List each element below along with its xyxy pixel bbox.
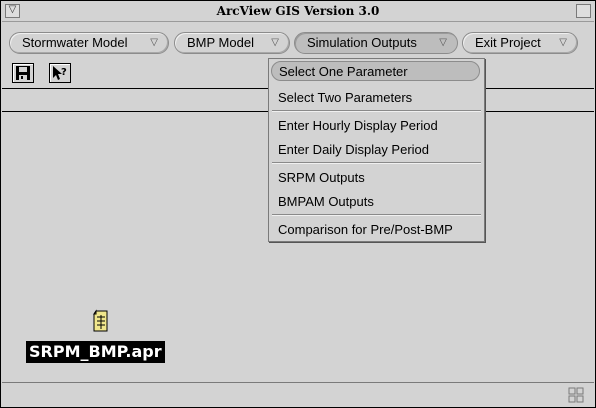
window-title: ArcView GIS Version 3.0 [216, 4, 380, 18]
project-filename-label[interactable]: SRPM_BMP.apr [26, 341, 165, 363]
menu-item-select-two-parameters[interactable]: Select Two Parameters [278, 88, 412, 108]
chevron-down-icon: ▽ [271, 37, 279, 48]
menu-item-daily-display-period[interactable]: Enter Daily Display Period [278, 140, 429, 160]
menu-item-select-one-parameter[interactable]: Select One Parameter [271, 61, 480, 81]
status-bar [2, 382, 594, 406]
menu-separator [272, 110, 481, 112]
window-control-button[interactable] [576, 4, 591, 18]
svg-text:?: ? [61, 67, 67, 78]
resize-grip-icon[interactable] [568, 387, 584, 403]
chevron-down-icon: ▽ [439, 37, 447, 48]
menu-bmp-model[interactable]: BMP Model ▽ [174, 32, 290, 54]
chevron-down-icon: ▽ [150, 37, 158, 48]
menu-label: Exit Project [475, 35, 541, 50]
simulation-outputs-dropdown: Select One Parameter Select Two Paramete… [268, 58, 485, 242]
menu-separator [272, 162, 481, 164]
help-icon: ? [53, 66, 67, 80]
save-icon [16, 66, 30, 80]
menu-stormwater-model[interactable]: Stormwater Model ▽ [9, 32, 169, 54]
project-file-icon[interactable] [91, 309, 111, 335]
chevron-down-icon: ▽ [559, 37, 567, 48]
menu-bar: Stormwater Model ▽ BMP Model ▽ Simulatio… [2, 23, 594, 59]
menu-simulation-outputs[interactable]: Simulation Outputs ▽ [294, 32, 458, 54]
app-window: ▽ ArcView GIS Version 3.0 Stormwater Mod… [0, 0, 596, 408]
menu-label: Simulation Outputs [307, 35, 417, 50]
menu-item-srpm-outputs[interactable]: SRPM Outputs [278, 168, 365, 188]
help-button[interactable]: ? [49, 63, 71, 83]
menu-item-pre-post-bmp-comparison[interactable]: Comparison for Pre/Post-BMP [278, 220, 453, 240]
title-bar[interactable]: ▽ ArcView GIS Version 3.0 [2, 2, 594, 22]
save-button[interactable] [12, 63, 34, 83]
menu-exit-project[interactable]: Exit Project ▽ [462, 32, 578, 54]
menu-label: BMP Model [187, 35, 254, 50]
menu-separator [272, 214, 481, 216]
menu-item-hourly-display-period[interactable]: Enter Hourly Display Period [278, 116, 438, 136]
menu-label: Stormwater Model [22, 35, 128, 50]
menu-item-bmpam-outputs[interactable]: BMPAM Outputs [278, 192, 374, 212]
